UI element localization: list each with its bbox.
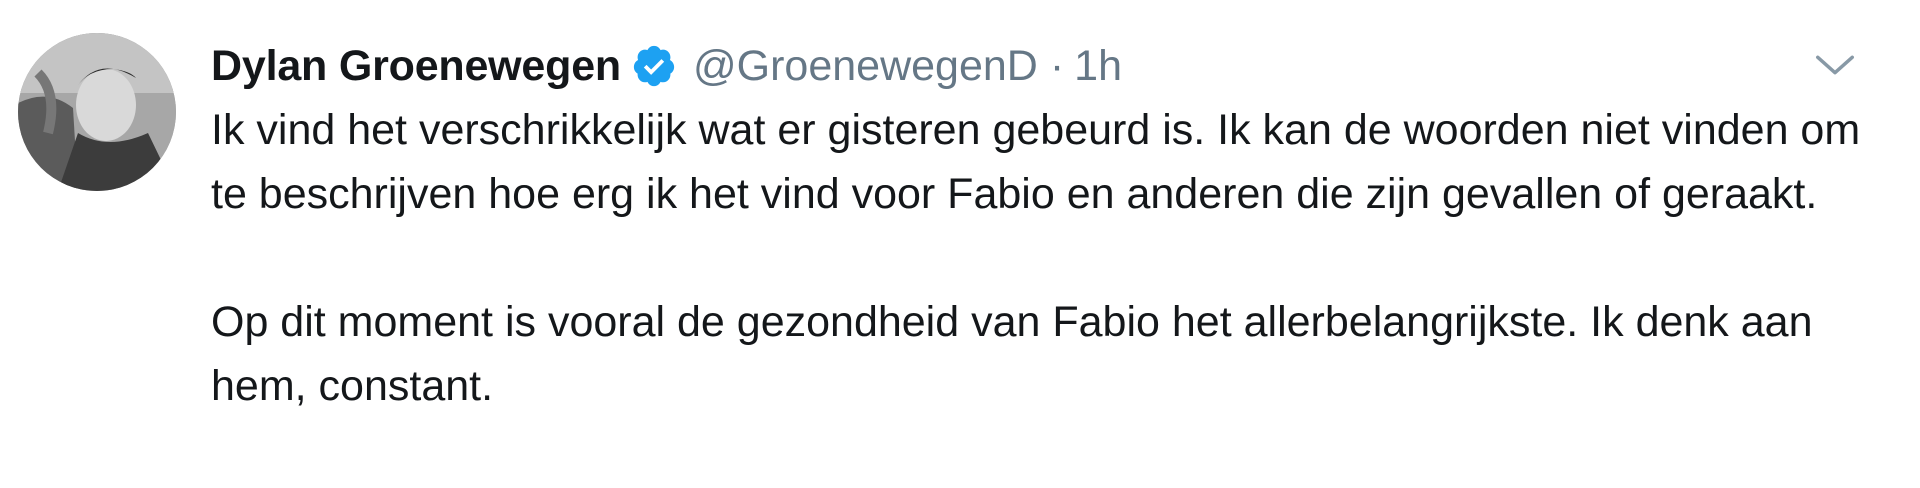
tweet-header: Dylan Groenewegen @GroenewegenD · 1h (211, 36, 1122, 96)
tweet-card[interactable]: Dylan Groenewegen @GroenewegenD · 1h Ik … (0, 0, 1920, 488)
tweet-text: Ik vind het verschrikkelijk wat er giste… (211, 98, 1861, 418)
meta-separator: · (1049, 41, 1065, 90)
avatar[interactable] (18, 33, 176, 191)
author-name[interactable]: Dylan Groenewegen (211, 42, 621, 91)
tweet-paragraph: Op dit moment is vooral de gezondheid va… (211, 298, 1813, 410)
author-handle[interactable]: @GroenewegenD (693, 42, 1038, 91)
verified-badge-icon (631, 43, 677, 89)
tweet-timestamp[interactable]: 1h (1074, 42, 1122, 91)
avatar-photo (18, 33, 176, 191)
tweet-paragraph: Ik vind het verschrikkelijk wat er giste… (211, 106, 1861, 218)
chevron-down-icon[interactable] (1812, 42, 1858, 88)
